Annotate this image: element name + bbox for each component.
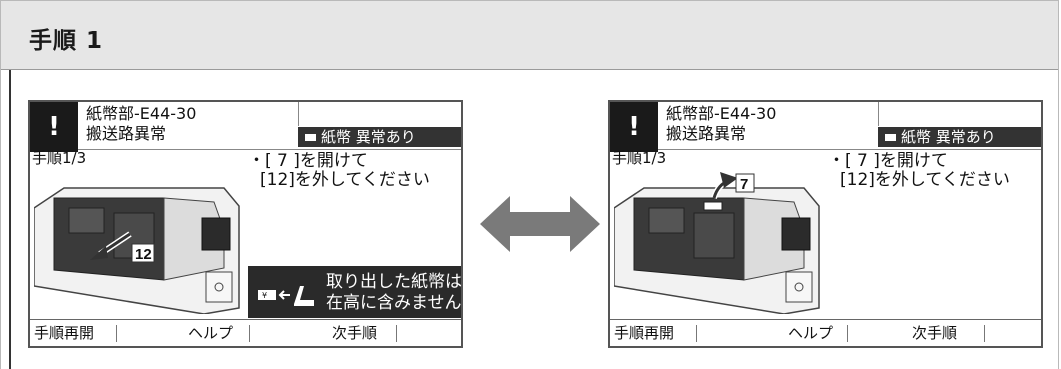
device-illustration: 7 bbox=[614, 172, 820, 314]
resume-button[interactable]: 手順再開 bbox=[34, 320, 94, 346]
notice-line-1: 取り出した紙幣は bbox=[326, 272, 462, 292]
notice-box: ¥ 取り出した紙幣は 在高に含みません bbox=[248, 266, 462, 318]
notice-line-2: 在高に含みません bbox=[326, 293, 462, 313]
page-title: 手順 1 bbox=[29, 28, 104, 54]
instruction-line-1: ・[ 7 ]を開けて bbox=[828, 151, 948, 171]
status-badge: 紙幣 異常あり bbox=[878, 127, 1041, 147]
softkey-separator bbox=[847, 325, 848, 342]
softkey-separator bbox=[984, 325, 985, 342]
device-screen-before: ! 紙幣部-E44-30 搬送路異常 紙幣 異常あり 手順1/3 ・[ 7 ]を… bbox=[28, 100, 463, 348]
softkey-bar: 手順再開 ヘルプ 次手順 bbox=[30, 319, 461, 346]
softkey-bar: 手順再開 ヘルプ 次手順 bbox=[610, 319, 1041, 346]
status-badge-label: 紙幣 異常あり bbox=[901, 128, 996, 146]
alert-icon: ! bbox=[610, 102, 658, 152]
softkey-separator bbox=[249, 325, 250, 342]
device-illustration: 12 bbox=[34, 187, 240, 314]
device-screen-after: ! 紙幣部-E44-30 搬送路異常 紙幣 異常あり 手順1/3 ・[ 7 ]を… bbox=[608, 100, 1043, 348]
next-step-button[interactable]: 次手順 bbox=[332, 320, 377, 346]
double-arrow-icon bbox=[480, 196, 600, 252]
error-title: 搬送路異常 bbox=[666, 124, 747, 143]
callout-label-7: 7 bbox=[740, 176, 748, 193]
instruction-line-1: ・[ 7 ]を開けて bbox=[248, 151, 368, 171]
softkey-separator bbox=[696, 325, 697, 342]
resume-button[interactable]: 手順再開 bbox=[614, 320, 674, 346]
error-title: 搬送路異常 bbox=[86, 124, 167, 143]
yen-note-hand-icon: ¥ bbox=[258, 286, 314, 306]
header-line bbox=[658, 149, 1041, 150]
instruction-line-2: [12]を外してください bbox=[840, 170, 1010, 190]
step-counter: 手順1/3 bbox=[612, 149, 667, 167]
status-badge: 紙幣 異常あり bbox=[298, 127, 461, 147]
error-code: 紙幣部-E44-30 bbox=[86, 104, 197, 123]
step-header: 手順 1 bbox=[1, 1, 1058, 70]
banknote-icon bbox=[884, 133, 897, 142]
softkey-separator bbox=[396, 325, 397, 342]
softkey-separator bbox=[116, 325, 117, 342]
header-divider bbox=[878, 102, 879, 126]
error-code: 紙幣部-E44-30 bbox=[666, 104, 777, 123]
help-button[interactable]: ヘルプ bbox=[788, 320, 833, 346]
banknote-icon bbox=[304, 133, 317, 142]
header-line bbox=[78, 149, 461, 150]
instruction-line-2: [12]を外してください bbox=[260, 170, 430, 190]
svg-text:¥: ¥ bbox=[262, 291, 267, 300]
header-divider bbox=[298, 102, 299, 126]
step-counter: 手順1/3 bbox=[32, 149, 87, 167]
status-badge-label: 紙幣 異常あり bbox=[321, 128, 416, 146]
help-button[interactable]: ヘルプ bbox=[188, 320, 233, 346]
next-step-button[interactable]: 次手順 bbox=[912, 320, 957, 346]
callout-label-12: 12 bbox=[135, 246, 152, 263]
alert-icon: ! bbox=[30, 102, 78, 152]
left-divider bbox=[9, 70, 11, 369]
